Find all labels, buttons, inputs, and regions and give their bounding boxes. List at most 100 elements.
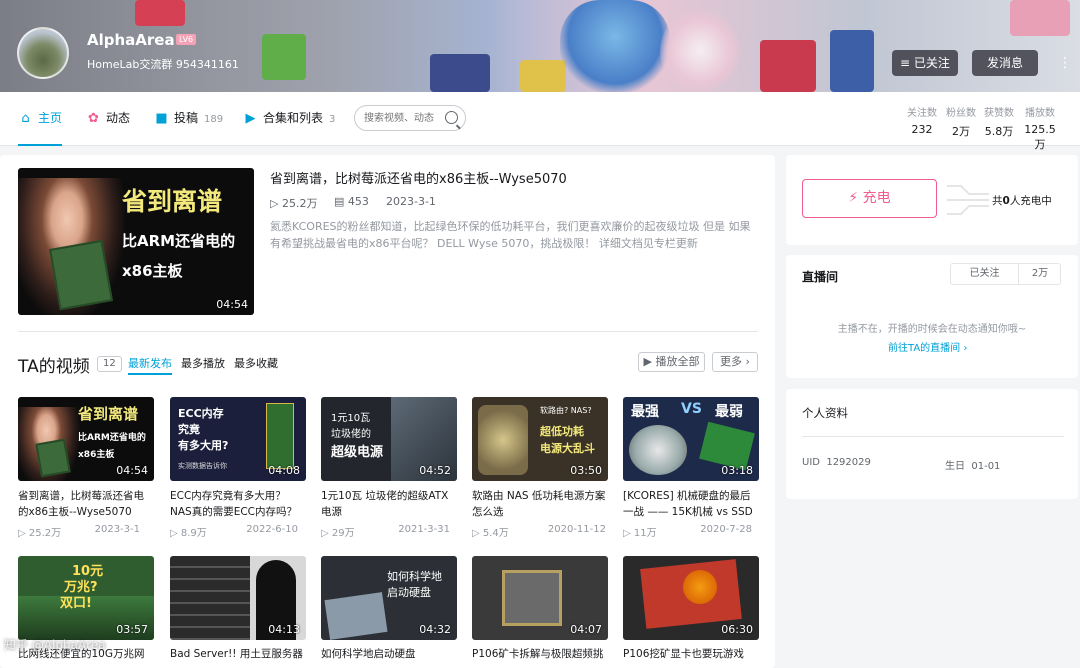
thumbnail-hdd (629, 425, 687, 475)
live-fans-count: 2万 (1031, 268, 1049, 279)
charge-count-text: 共0人充电中 (992, 195, 1052, 207)
divider (18, 331, 758, 332)
divider (802, 436, 1064, 437)
play-count-icon: ▷ (270, 197, 282, 210)
tab-dynamic[interactable]: ✿ 动态 (86, 92, 130, 146)
video-title[interactable]: 如何科学地启动硬盘 (321, 646, 457, 662)
chevron-right-icon: › (960, 343, 968, 354)
thumbnail-fan (683, 570, 717, 604)
search-box[interactable] (354, 105, 466, 131)
avatar[interactable] (17, 27, 69, 79)
videos-count-badge: 12 (97, 356, 122, 372)
charge-button[interactable]: ⚡ 充电 (802, 179, 937, 218)
video-date: 2020-11-12 (547, 524, 606, 535)
banner-gift-decoration (760, 40, 816, 92)
video-title[interactable]: 1元10瓦 垃圾佬的超级ATX电源 (321, 488, 457, 520)
stat-likes: 获赞数 5.8万 (984, 108, 1014, 138)
play-count-icon: ▷ (623, 528, 634, 539)
followed-button[interactable]: ≡ 已关注 (892, 50, 958, 76)
thumbnail-board (35, 438, 71, 478)
live-follow-toggle[interactable]: 已关注 2万 (950, 263, 1061, 285)
sort-tab-latest[interactable]: 最新发布 (128, 355, 172, 375)
search-input[interactable] (364, 106, 450, 130)
user-sign: HomeLab交流群 954341161 (87, 58, 239, 71)
video-thumbnail[interactable]: 省到离谱 比ARM还省电的 x86主板 04:54 (18, 397, 154, 481)
profile-info-title: 个人资料 (802, 406, 848, 420)
sort-tab-most-played[interactable]: 最多播放 (181, 355, 225, 375)
featured-plays: ▷ 25.2万 (270, 197, 318, 210)
charge-lines-decoration (947, 185, 989, 215)
thumbnail-gpu-chip (502, 570, 562, 626)
featured-comments: ▤ 453 (334, 195, 369, 208)
banner-character-art (660, 10, 740, 92)
video-thumbnail[interactable]: 1元10瓦 垃圾佬的 超级电源 04:52 (321, 397, 457, 481)
video-thumbnail[interactable]: ECC内存 究竟 有多大用? 实测数据告诉你 04:08 (170, 397, 306, 481)
more-videos-button[interactable]: 更多 › (712, 352, 758, 372)
thumbnail-trash-can (478, 405, 528, 475)
video-title[interactable]: 省到离谱，比树莓派还省电的x86主板--Wyse5070 (18, 488, 154, 520)
video-title[interactable]: P106挖矿显卡也要玩游戏 (623, 646, 759, 662)
vertical-dots-icon[interactable]: ⋮ (1058, 52, 1072, 76)
video-plays: ▷ 8.9万 (170, 528, 207, 539)
home-icon: ⌂ (21, 111, 30, 126)
username: AlphaArea (87, 31, 175, 49)
video-thumbnail[interactable]: 如何科学地 启动硬盘 04:32 (321, 556, 457, 640)
video-date: 2023-3-1 (94, 524, 140, 535)
chevron-right-icon: › (742, 355, 750, 368)
thumbnail-board (49, 239, 113, 311)
uid-field: UID 1292029 (802, 457, 871, 468)
list-icon: ≡ (900, 56, 914, 70)
play-count-icon: ▷ (18, 528, 29, 539)
play-list-icon: ▶ (643, 355, 656, 368)
live-followed-label[interactable]: 已关注 (951, 264, 1019, 284)
play-count-icon: ▷ (321, 528, 332, 539)
video-title[interactable]: [KCORES] 机械硬盘的最后一战 —— 15K机械 vs SSD绿盘 (623, 488, 759, 520)
video-date: 2022-6-10 (246, 524, 298, 535)
video-thumbnail[interactable]: 04:13 (170, 556, 306, 640)
play-count-icon: ▷ (472, 528, 483, 539)
video-thumbnail[interactable]: 04:07 (472, 556, 608, 640)
video-thumbnail[interactable]: 06:30 (623, 556, 759, 640)
send-message-button[interactable]: 发消息 (972, 50, 1038, 76)
tab-upload[interactable]: ■ 投稿 189 (154, 92, 223, 146)
video-thumbnail[interactable]: 最强 VS 最弱 03:18 (623, 397, 759, 481)
search-icon[interactable] (445, 111, 458, 124)
sort-tab-most-favorited[interactable]: 最多收藏 (234, 355, 278, 375)
tab-home[interactable]: ⌂ 主页 (18, 92, 63, 146)
video-plays: ▷ 29万 (321, 528, 355, 539)
featured-date: 2023-3-1 (386, 195, 436, 208)
video-duration: 04:54 (216, 298, 248, 311)
video-plays: ▷ 11万 (623, 528, 657, 539)
live-offline-note: 主播不在，开播的时候会在动态通知你哦~ (837, 324, 1027, 335)
video-thumbnail[interactable]: 软路由? NAS? 超低功耗 电源大乱斗 03:50 (472, 397, 608, 481)
banner-gift-decoration (430, 54, 490, 92)
stat-fans[interactable]: 粉丝数 2万 (943, 104, 979, 139)
thumbnail-hdd (324, 592, 388, 640)
banner-character-art (560, 0, 670, 92)
banner-gift-decoration (830, 30, 874, 92)
featured-video-title[interactable]: 省到离谱，比树莓派还省电的x86主板--Wyse5070 (270, 168, 567, 187)
play-count-icon: ▷ (170, 528, 181, 539)
banner-gift-decoration (1010, 0, 1070, 36)
video-title[interactable]: P106矿卡拆解与极限超频挑战 (472, 646, 608, 662)
play-all-button[interactable]: ▶ 播放全部 (638, 352, 705, 372)
dynamic-icon: ✿ (88, 111, 99, 126)
video-thumbnail[interactable]: 10元 万兆? 双口! 03:57 (18, 556, 154, 640)
stat-following[interactable]: 关注数 232 (904, 104, 940, 136)
go-live-room-link[interactable]: 前往TA的直播间 › (888, 339, 967, 354)
birthday-field: 生日 01-01 (945, 461, 1001, 472)
tab-collections[interactable]: ▶ 合集和列表 3 (243, 92, 336, 146)
video-title[interactable]: 软路由 NAS 低功耗电源方案怎么选 (472, 488, 608, 520)
video-plays: ▷ 5.4万 (472, 528, 509, 539)
featured-video-thumbnail[interactable]: 省到离谱 比ARM还省电的 x86主板 04:54 (18, 168, 254, 315)
stat-plays: 播放数 125.5万 (1024, 108, 1056, 151)
video-title[interactable]: Bad Server!! 用土豆服务器看BadApple (170, 646, 306, 662)
thumbnail-memory-stick (266, 403, 294, 469)
banner-gift-decoration (520, 60, 566, 92)
banner-gift-decoration (262, 34, 306, 80)
videos-section-title: TA的视频 (18, 357, 90, 377)
video-title[interactable]: ECC内存究竟有多大用？NAS真的需要ECC内存吗？实测数 (170, 488, 306, 520)
watermark: 知乎 @AlphaArea (4, 638, 106, 652)
level-badge: LV6 (176, 34, 197, 45)
thumbnail-server-rack (170, 556, 250, 640)
